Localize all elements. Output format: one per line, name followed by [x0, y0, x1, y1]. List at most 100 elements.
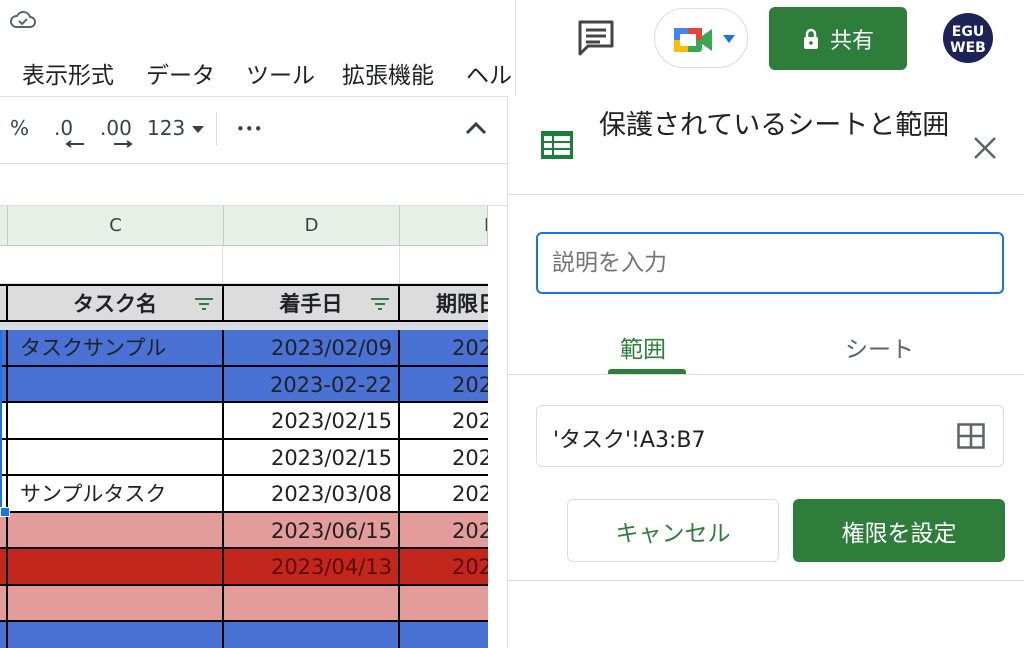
sheets-table-icon: [541, 131, 573, 159]
header-start-label: 着手日: [279, 292, 343, 316]
cell-start[interactable]: 2023/02/09: [224, 330, 400, 367]
table-row: サンプルタスク2023/03/082023/03/20: [0, 476, 488, 513]
percent-format-button[interactable]: %: [10, 116, 29, 140]
lock-icon: [803, 28, 818, 49]
cell-start[interactable]: 2023/02/15: [224, 403, 400, 440]
chevron-down-icon: [191, 125, 204, 133]
menu-tools[interactable]: ツール: [246, 56, 315, 90]
cell-start[interactable]: 2023/06/15: [224, 512, 400, 549]
cell-b[interactable]: [0, 585, 8, 622]
frozen-row-divider[interactable]: [0, 322, 488, 330]
cell-task[interactable]: タスクサンプル: [8, 330, 224, 367]
decrease-decimal-button[interactable]: .0: [54, 116, 84, 148]
menu-data[interactable]: データ: [146, 56, 215, 90]
share-button[interactable]: 共有: [769, 7, 907, 70]
table-row: 2023-02-222023/03/01: [0, 366, 488, 403]
table-row: 2023/02/152023/03/01: [0, 439, 488, 476]
cell-due[interactable]: [400, 622, 488, 648]
decrease-decimal-label: .0: [54, 116, 74, 140]
table-row: 2023/06/152023/06/30: [0, 512, 488, 549]
cell-start[interactable]: 2023/04/13: [224, 549, 400, 586]
cell-due[interactable]: 2023/06/30: [400, 513, 488, 549]
filter-icon[interactable]: [370, 296, 390, 312]
table-row: [0, 622, 488, 648]
panel-title: 保護されているシートと範囲: [599, 110, 950, 141]
column-header-d[interactable]: D: [224, 206, 400, 246]
number-format-label: 123: [147, 116, 186, 140]
cell-due[interactable]: 2023/03/01: [400, 367, 488, 403]
cell-task[interactable]: [8, 622, 224, 648]
cell-due[interactable]: 2023/03/01: [400, 440, 488, 476]
selection-border: [0, 330, 2, 512]
cell-due[interactable]: [400, 586, 488, 622]
avatar-text-bottom: WEB: [950, 40, 986, 56]
header-cell-task[interactable]: タスク名: [8, 286, 224, 322]
header-cell-start[interactable]: 着手日: [224, 286, 400, 322]
more-options-button[interactable]: •••: [236, 120, 263, 138]
table-row: 2023/04/132023/04/28: [0, 549, 488, 586]
cell-due[interactable]: 2023/03/20: [400, 476, 488, 513]
arrow-left-icon: [65, 140, 84, 148]
cell-start[interactable]: 2023/02/15: [224, 439, 400, 476]
increase-decimal-button[interactable]: .00: [100, 116, 133, 148]
cell-task[interactable]: [8, 403, 224, 440]
column-header-b[interactable]: [0, 206, 8, 246]
cell-start[interactable]: [224, 622, 400, 648]
panel-footer-divider: [508, 580, 1024, 581]
cell-task[interactable]: [8, 439, 224, 476]
share-label: 共有: [829, 28, 874, 54]
description-input[interactable]: [536, 232, 1004, 294]
close-icon[interactable]: [972, 135, 998, 161]
cell-task[interactable]: [8, 366, 224, 403]
toolbar-divider: [216, 112, 217, 146]
select-range-grid-icon[interactable]: [957, 423, 985, 449]
set-permissions-button[interactable]: 権限を設定: [793, 499, 1005, 562]
formula-bar[interactable]: [0, 164, 508, 206]
cell-task[interactable]: サンプルタスク: [8, 476, 224, 513]
comment-icon[interactable]: [576, 18, 616, 58]
chevron-down-icon: [723, 35, 735, 43]
tab-sheet[interactable]: シート: [845, 330, 914, 364]
meet-icon: [674, 28, 712, 52]
cancel-button[interactable]: キャンセル: [567, 499, 779, 562]
menu-help[interactable]: ヘルプ: [466, 56, 518, 90]
avatar-logo: EGU WEB: [943, 13, 993, 63]
cell-task[interactable]: [8, 512, 224, 549]
avatar-text-top: EGU: [952, 24, 984, 40]
protected-ranges-panel: [508, 96, 1024, 648]
cell-due[interactable]: 2023/03/01: [400, 403, 488, 440]
column-header-c[interactable]: C: [8, 206, 224, 246]
header-cell-b[interactable]: [0, 286, 8, 322]
cell-start[interactable]: [224, 585, 400, 622]
panel-divider: [508, 194, 1024, 195]
selection-fill-handle[interactable]: [0, 507, 10, 517]
cell-b[interactable]: [0, 622, 8, 648]
increase-decimal-label: .00: [100, 116, 132, 140]
column-header-e[interactable]: E: [400, 206, 488, 246]
tab-range[interactable]: 範囲: [620, 330, 666, 364]
cell-task[interactable]: [8, 585, 224, 622]
table-row: タスクサンプル2023/02/092023/02/28: [0, 330, 488, 367]
collapse-chevron-up-icon[interactable]: [464, 120, 488, 136]
cell-task[interactable]: [8, 549, 224, 586]
cell-start[interactable]: 2023/03/08: [224, 476, 400, 513]
tabs-divider: [508, 374, 1024, 375]
range-value: 'タスク'!A3:B7: [553, 428, 706, 453]
cell-due[interactable]: 2023/02/28: [400, 330, 488, 367]
cell-b[interactable]: [0, 549, 8, 586]
menu-extensions[interactable]: 拡張機能: [342, 56, 434, 90]
cloud-saved-icon[interactable]: [8, 8, 38, 32]
cell-start[interactable]: 2023-02-22: [224, 366, 400, 403]
number-format-button[interactable]: 123: [147, 116, 204, 140]
menu-format[interactable]: 表示形式: [22, 56, 114, 90]
cell-due[interactable]: 2023/04/28: [400, 549, 488, 586]
filter-icon[interactable]: [194, 296, 214, 312]
range-field[interactable]: 'タスク'!A3:B7: [536, 405, 1004, 467]
cell-b[interactable]: [0, 512, 8, 549]
table-row: [0, 585, 488, 622]
table-row-blank: [0, 246, 488, 284]
header-cell-due[interactable]: 期限日: [400, 286, 488, 322]
meet-button[interactable]: [654, 8, 748, 68]
avatar[interactable]: EGU WEB: [940, 10, 996, 66]
spreadsheet-grid: C D E タスク名 着手日 期限日 タスクサンプル2023/02/092023…: [0, 206, 488, 648]
